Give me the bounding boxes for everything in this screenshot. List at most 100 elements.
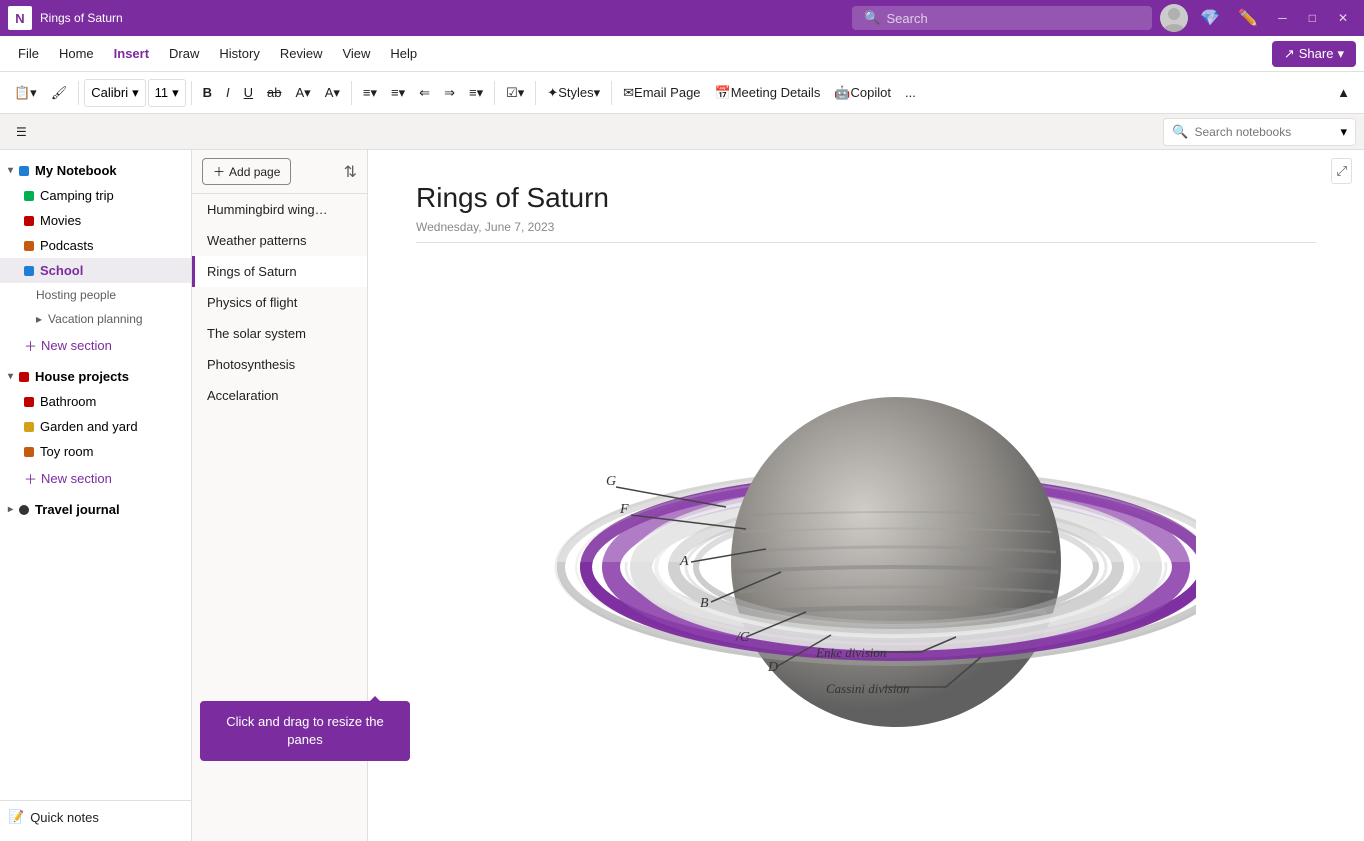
page-rings-of-saturn[interactable]: Rings of Saturn [192,256,367,287]
page-solar-system[interactable]: The solar system [192,318,367,349]
search-notebooks-box[interactable]: 🔍 ▾ [1163,118,1356,146]
numbering-button[interactable]: ≡▾ [385,77,411,109]
collapse-ribbon-button[interactable]: ▲ [1331,77,1356,109]
toy-room-label: Toy room [40,444,93,459]
sidebar-item-camping-trip[interactable]: Camping trip [0,183,191,208]
page-hummingbird-wing[interactable]: Hummingbird wing… [192,194,367,225]
menu-review[interactable]: Review [270,40,333,67]
format-painter-button[interactable]: 🖌 [45,77,74,109]
menu-history[interactable]: History [209,40,269,67]
movies-label: Movies [40,213,81,228]
copilot-button[interactable]: 🤖 Copilot [828,77,897,109]
sidebar-item-vacation-planning[interactable]: ▸ Vacation planning [0,307,191,331]
alignment-button[interactable]: ≡▾ [463,77,489,109]
meeting-details-button[interactable]: 📅 Meeting Details [709,77,827,109]
font-size-selector[interactable]: 11 ▾ [148,79,186,107]
styles-icon: ✦ [547,85,558,101]
page-title: Rings of Saturn [416,182,1316,214]
toolbar-sep-6 [611,81,612,105]
menubar: File Home Insert Draw History Review Vie… [0,36,1364,72]
expand-content-button[interactable]: ⤢ [1331,158,1352,184]
sidebar-item-school[interactable]: School [0,258,191,283]
menu-help[interactable]: Help [380,40,427,67]
checkbox-button[interactable]: ☑▾ [500,77,530,109]
house-projects-label: House projects [35,369,129,384]
svg-text:/C: /C [735,630,750,645]
notebook-my-notebook: ▾ My Notebook Camping trip Movies Podcas… [0,158,191,360]
minimize-button[interactable]: ─ [1270,7,1295,29]
sidebar-item-toy-room[interactable]: Toy room [0,439,191,464]
podcasts-color-dot [24,241,34,251]
toy-room-color-dot [24,447,34,457]
my-notebook-label: My Notebook [35,163,117,178]
menu-view[interactable]: View [332,40,380,67]
increase-indent-button[interactable]: ⇒ [438,77,461,109]
diamond-icon[interactable]: 💎 [1194,4,1226,32]
bullets-button[interactable]: ≡▾ [357,77,383,109]
notebook-house-projects-header[interactable]: ▾ House projects [0,364,191,389]
menu-home[interactable]: Home [49,40,104,67]
hamburger-menu-button[interactable]: ☰ [8,118,35,146]
highlight-button[interactable]: A▾ [290,77,317,109]
page-accelaration[interactable]: Accelaration [192,380,367,411]
sidebar-item-hosting-people[interactable]: Hosting people [0,283,191,307]
global-search-input[interactable] [887,11,1127,26]
strikethrough-button[interactable]: ab [261,77,287,109]
meeting-details-label: Meeting Details [731,85,821,100]
my-notebook-new-section[interactable]: ＋ New section [0,331,191,360]
close-button[interactable]: ✕ [1330,7,1356,29]
toolbar-sep-4 [494,81,495,105]
maximize-button[interactable]: □ [1301,7,1324,29]
bold-button[interactable]: B [197,77,218,109]
house-new-section-label: New section [41,471,112,486]
sidebar-item-movies[interactable]: Movies [0,208,191,233]
menu-file[interactable]: File [8,40,49,67]
underline-button[interactable]: U [238,77,259,109]
sidebar-item-garden-and-yard[interactable]: Garden and yard [0,414,191,439]
page-rings-of-saturn-label: Rings of Saturn [207,264,297,279]
travel-journal-chevron-icon: ▸ [8,504,13,515]
page-weather-patterns[interactable]: Weather patterns [192,225,367,256]
menu-draw[interactable]: Draw [159,40,209,67]
page-solar-system-label: The solar system [207,326,306,341]
size-chevron-icon: ▾ [172,85,179,101]
sidebar-item-podcasts[interactable]: Podcasts [0,233,191,258]
sidebar-item-bathroom[interactable]: Bathroom [0,389,191,414]
add-page-button[interactable]: ＋ Add page [202,158,291,185]
share-button[interactable]: ↗ Share ▾ [1272,41,1356,67]
page-photosynthesis[interactable]: Photosynthesis [192,349,367,380]
window-title: Rings of Saturn [40,11,844,25]
global-search-box[interactable]: 🔍 [852,6,1152,30]
secondary-toolbar: ☰ 🔍 ▾ [0,114,1364,150]
house-projects-chevron-icon: ▾ [8,371,13,382]
house-projects-new-section[interactable]: ＋ New section [0,464,191,493]
search-notebooks-input[interactable] [1194,125,1334,139]
copilot-label: Copilot [851,85,891,100]
menu-insert[interactable]: Insert [104,40,159,67]
styles-button[interactable]: ✦ Styles ▾ [541,77,606,109]
avatar[interactable] [1160,4,1188,32]
decrease-indent-button[interactable]: ⇐ [413,77,436,109]
titlebar: N Rings of Saturn 🔍 💎 ✏️ ─ □ ✕ [0,0,1364,36]
email-page-button[interactable]: ✉ Email Page [617,77,706,109]
add-page-label: Add page [229,165,280,179]
svg-text:F: F [619,502,629,517]
font-chevron-icon: ▾ [132,85,139,101]
quick-notes-button[interactable]: 📝 Quick notes [0,800,191,833]
italic-button[interactable]: I [220,77,236,109]
page-photosynthesis-label: Photosynthesis [207,357,295,372]
notebook-my-notebook-header[interactable]: ▾ My Notebook [0,158,191,183]
font-selector[interactable]: Calibri ▾ [84,79,145,107]
pen-icon[interactable]: ✏️ [1232,4,1264,32]
clipboard-button[interactable]: 📋▾ [8,77,43,109]
sort-pages-button[interactable]: ⇅ [344,162,357,182]
notebook-travel-journal-header[interactable]: ▸ Travel journal [0,497,191,522]
more-button[interactable]: ... [899,77,922,109]
movies-color-dot [24,216,34,226]
quick-notes-icon: 📝 [8,809,24,825]
travel-journal-color-dot [19,505,29,515]
font-color-button[interactable]: A▾ [319,77,346,109]
email-page-label: Email Page [634,85,700,100]
page-physics-of-flight[interactable]: Physics of flight [192,287,367,318]
bathroom-label: Bathroom [40,394,96,409]
